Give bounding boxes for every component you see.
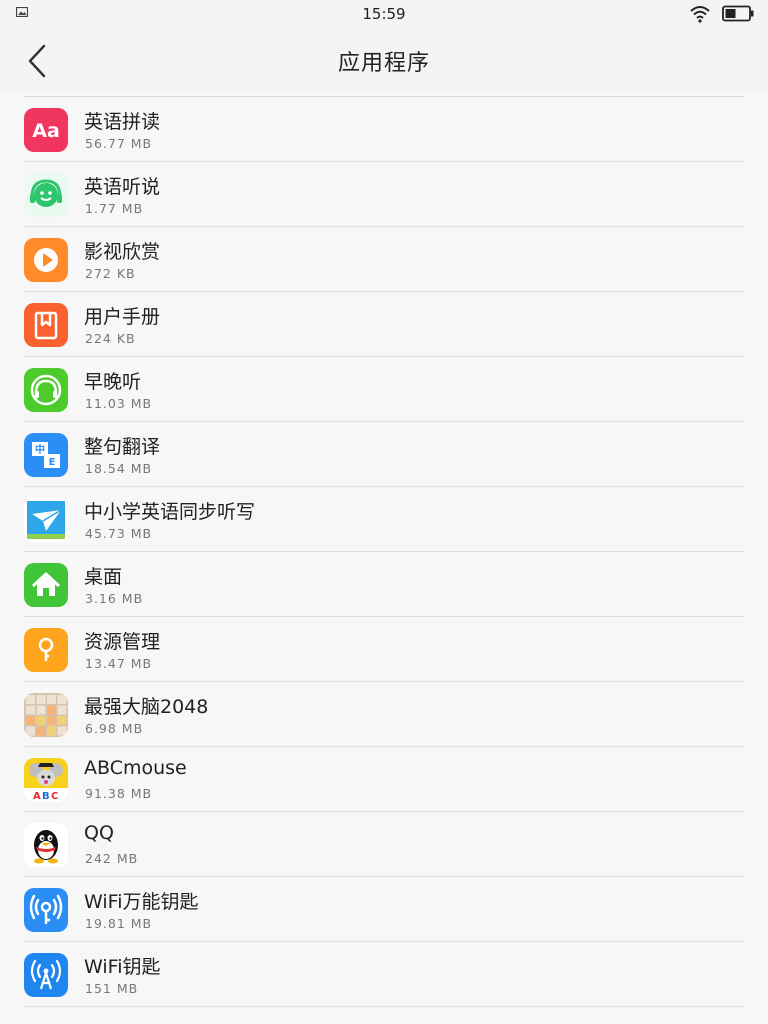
battery-icon xyxy=(722,5,754,22)
app-size: 13.47 MB xyxy=(85,656,153,671)
app-size: 272 KB xyxy=(85,266,136,281)
aa-letters-icon: Aa xyxy=(24,108,68,152)
app-row[interactable]: 早晚听 11.03 MB xyxy=(0,357,768,422)
wifi-key-icon xyxy=(24,888,68,932)
app-size: 91.38 MB xyxy=(85,786,153,801)
app-size: 3.16 MB xyxy=(85,591,144,606)
svg-text:A: A xyxy=(33,791,41,802)
app-size: 6.98 MB xyxy=(85,721,144,736)
app-name: 用户手册 xyxy=(84,306,161,328)
app-name: ABCmouse xyxy=(84,757,187,779)
app-name: 资源管理 xyxy=(84,631,161,653)
page-title: 应用程序 xyxy=(337,51,430,76)
app-row[interactable]: A B C ABCmouse 91.38 MB xyxy=(0,747,768,812)
app-name: 最强大脑2048 xyxy=(84,696,209,718)
svg-text:Aa: Aa xyxy=(32,120,60,142)
app-row[interactable]: Aa 英语拼读 56.77 MB xyxy=(0,97,768,162)
grid-2048-icon xyxy=(24,693,68,737)
play-icon xyxy=(24,238,68,282)
app-name: WiFi钥匙 xyxy=(84,956,161,978)
app-size: 56.77 MB xyxy=(85,136,153,151)
paper-plane-icon xyxy=(24,498,68,542)
app-row[interactable]: WiFi万能钥匙 19.81 MB xyxy=(0,877,768,942)
bookmark-book-icon xyxy=(24,303,68,347)
app-size: 224 KB xyxy=(85,331,136,346)
app-size: 1.77 MB xyxy=(85,201,144,216)
app-size: 242 MB xyxy=(85,851,139,866)
app-name: 英语拼读 xyxy=(84,111,161,133)
wifi-antenna-icon xyxy=(24,953,68,997)
home-icon xyxy=(24,563,68,607)
abcmouse-mascot-icon: A B C xyxy=(24,758,68,802)
app-row[interactable]: 中小学英语同步听写 45.73 MB xyxy=(0,487,768,552)
app-size: 19.81 MB xyxy=(85,916,153,931)
location-pin-icon xyxy=(24,628,68,672)
status-time: 15:59 xyxy=(362,5,406,23)
svg-text:E: E xyxy=(49,457,56,468)
app-name: 影视欣赏 xyxy=(84,241,161,263)
app-row[interactable]: 用户手册 224 KB xyxy=(0,292,768,357)
app-row[interactable]: 影视欣赏 272 KB xyxy=(0,227,768,292)
app-size: 151 MB xyxy=(85,981,139,996)
app-size: 18.54 MB xyxy=(85,461,153,476)
app-list: Aa 英语拼读 56.77 MB 英语听说 1.77 MB 影视欣赏 272 K… xyxy=(0,97,768,1007)
wifi-signal-icon xyxy=(690,6,710,23)
translate-icon: 中 E xyxy=(24,433,68,477)
app-size: 11.03 MB xyxy=(85,396,153,411)
app-name: 中小学英语同步听写 xyxy=(84,501,256,523)
app-row[interactable]: 中 E 整句翻译 18.54 MB xyxy=(0,422,768,487)
app-name: WiFi万能钥匙 xyxy=(84,891,199,913)
svg-text:C: C xyxy=(51,791,58,802)
app-row[interactable]: WiFi钥匙 151 MB xyxy=(0,942,768,1007)
headset-face-icon xyxy=(24,173,68,217)
app-name: QQ xyxy=(84,822,114,844)
app-row[interactable]: 最强大脑2048 6.98 MB xyxy=(0,682,768,747)
app-name: 早晚听 xyxy=(84,371,142,393)
app-row[interactable]: 资源管理 13.47 MB xyxy=(0,617,768,682)
app-row[interactable]: 桌面 3.16 MB xyxy=(0,552,768,617)
app-name: 英语听说 xyxy=(84,176,161,198)
headphones-icon xyxy=(24,368,68,412)
svg-text:中: 中 xyxy=(35,443,45,456)
qq-penguin-icon xyxy=(24,823,68,867)
status-bar: 15:59 xyxy=(0,0,768,28)
app-name: 整句翻译 xyxy=(84,436,161,458)
app-name: 桌面 xyxy=(84,566,123,588)
app-row[interactable]: 英语听说 1.77 MB xyxy=(0,162,768,227)
row-divider xyxy=(24,1006,744,1007)
svg-text:B: B xyxy=(42,791,50,802)
app-size: 45.73 MB xyxy=(85,526,153,541)
app-header: 应用程序 xyxy=(0,28,768,94)
app-row[interactable]: QQ 242 MB xyxy=(0,812,768,877)
